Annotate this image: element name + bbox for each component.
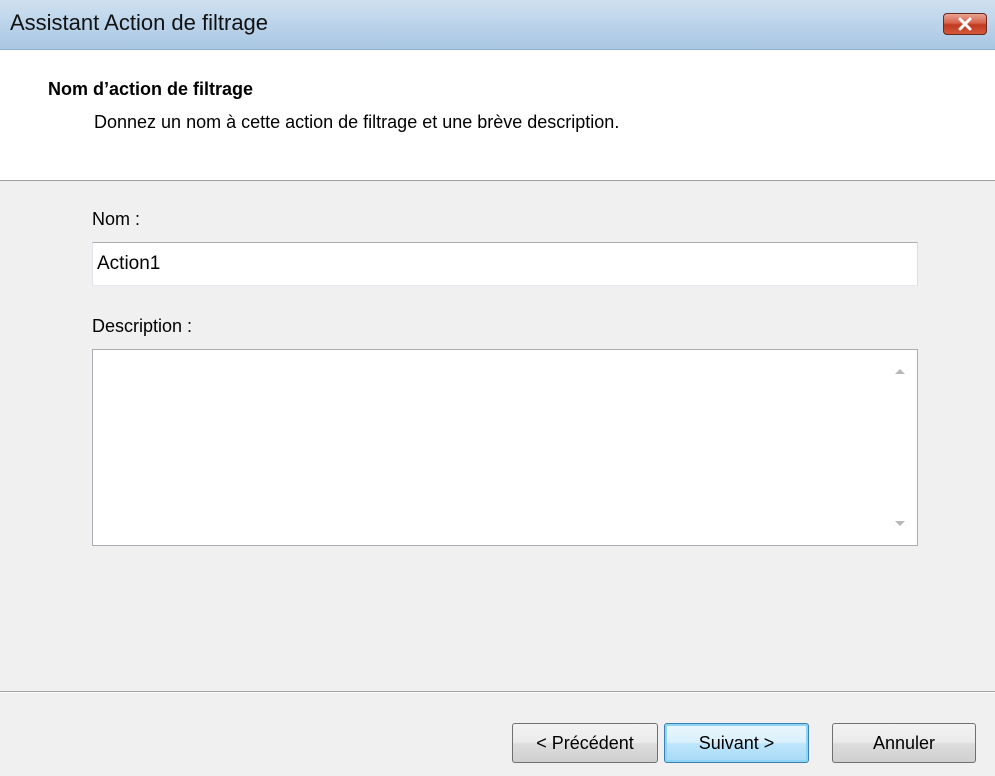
description-label: Description :	[92, 316, 193, 336]
scroll-down-arrow-icon	[895, 521, 905, 526]
description-scrollbar[interactable]	[883, 350, 917, 545]
page-title: Nom d’action de filtrage	[48, 79, 254, 99]
wizard-window: Assistant Action de filtrage Nom d’actio…	[0, 0, 995, 776]
scroll-up-arrow-icon	[895, 369, 905, 374]
description-textarea[interactable]	[93, 350, 883, 545]
previous-button[interactable]: < Précédent	[512, 723, 658, 763]
scroll-up-button[interactable]	[883, 354, 917, 388]
name-label: Nom :	[92, 209, 141, 229]
close-icon	[958, 17, 972, 31]
cancel-button[interactable]: Annuler	[832, 723, 976, 763]
page-subtitle: Donnez un nom à cette action de filtrage…	[94, 112, 620, 132]
scroll-down-button[interactable]	[883, 507, 917, 541]
name-input[interactable]	[92, 242, 918, 286]
footer-separator	[0, 691, 995, 693]
description-field[interactable]	[92, 349, 918, 546]
wizard-header: Nom d’action de filtrage Donnez un nom à…	[0, 50, 995, 181]
close-button[interactable]	[943, 13, 987, 35]
title-bar[interactable]: Assistant Action de filtrage	[0, 0, 995, 50]
next-button[interactable]: Suivant >	[664, 723, 809, 763]
window-title: Assistant Action de filtrage	[10, 10, 269, 35]
